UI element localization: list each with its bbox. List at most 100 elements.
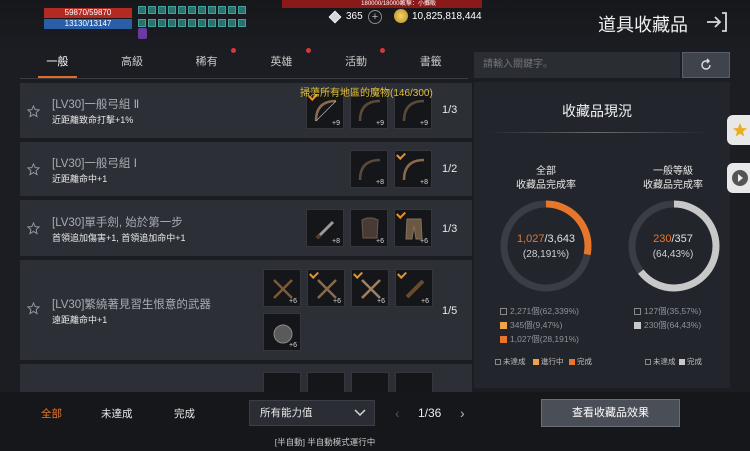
item-slot-bow[interactable]: +8	[394, 150, 432, 188]
item-slot-sword[interactable]: +8	[306, 209, 344, 247]
collection-progress: 1/5	[442, 305, 458, 317]
add-diamond-button[interactable]: +	[368, 10, 382, 24]
filter-complete[interactable]: 完成	[174, 406, 195, 421]
item-slot-bow[interactable]: +8	[350, 150, 388, 188]
bookmark-star-icon[interactable]	[27, 105, 40, 118]
tab-event[interactable]: 活動	[319, 48, 394, 78]
item-slot-pants[interactable]: +6	[394, 209, 432, 247]
view-collection-effect-button[interactable]: 查看收藏品效果	[541, 399, 680, 427]
done-count: 1,027	[516, 233, 545, 245]
legend-in-progress: 進行中	[533, 356, 564, 367]
target-name: 攻擊：小攤販	[400, 1, 437, 7]
collection-row[interactable]: [LV30]一般弓組 Ⅰ 近距離命中+1 +8 +8 1/2	[20, 142, 472, 196]
tab-hero[interactable]: 英雄	[244, 48, 319, 78]
potion-buff-icon	[138, 28, 147, 39]
next-page-button[interactable]: ›	[460, 405, 465, 421]
category-tabs: 一般 高級 稀有 英雄 活動 書籤	[20, 48, 468, 78]
enhance-level: +6	[376, 238, 384, 245]
all-rate-label: 全部 收藏品完成率	[496, 165, 596, 193]
page-indicator: 1/36	[418, 406, 442, 420]
collection-row[interactable]: [LV30]單手劍, 始於第一步 首領追加傷害+1, 首領追加命中+1 +8 +…	[20, 200, 472, 256]
tab-divider	[20, 78, 468, 79]
stat-value: 2,271個(62,339%)	[510, 306, 579, 316]
target-hp-bar: 180000/180000	[282, 0, 482, 8]
search-input[interactable]	[474, 52, 680, 78]
legend-label: 完成	[687, 357, 702, 366]
item-slot-armor[interactable]: +6	[350, 209, 388, 247]
label-line: 收藏品完成率	[516, 180, 576, 191]
legend-complete: 完成	[679, 356, 702, 367]
buff-icons	[138, 6, 246, 30]
filter-all[interactable]: 全部	[41, 406, 62, 421]
label-line: 一般等級	[653, 166, 693, 177]
prev-page-button[interactable]: ‹	[395, 405, 400, 421]
tab-label: 一般	[46, 56, 69, 68]
refresh-button[interactable]	[682, 52, 730, 78]
legend-incomplete: 未達成	[495, 356, 526, 367]
item-slot-crossbow[interactable]: +6	[351, 269, 389, 307]
normal-percent: (64,43%)	[652, 249, 694, 260]
enhance-level: +6	[289, 342, 297, 349]
stat-incomplete: 2,271個(62,339%)	[500, 305, 579, 317]
exit-icon[interactable]	[705, 11, 729, 33]
bookmark-star-icon[interactable]	[27, 222, 40, 235]
tab-normal[interactable]: 一般	[20, 48, 95, 78]
enhance-level: +8	[420, 179, 428, 186]
hp-bar: 59870/59870	[44, 8, 132, 18]
gold-coin-icon	[394, 9, 408, 23]
collection-effect: 首領追加傷害+1, 首領追加命中+1	[52, 233, 186, 243]
enhance-level: +6	[333, 298, 341, 305]
stat-value: 230個(64,43%)	[644, 320, 702, 330]
enhance-level: +9	[332, 120, 340, 127]
tab-advanced[interactable]: 高級	[95, 48, 170, 78]
collection-title: [LV30]單手劍, 始於第一步	[52, 217, 183, 229]
play-icon	[732, 170, 748, 186]
bookmark-star-icon[interactable]	[27, 302, 40, 315]
item-slot-orb[interactable]: +6	[263, 313, 301, 351]
star-icon	[733, 123, 747, 137]
total-count: /3,643	[544, 233, 576, 245]
normal-ratio: 230/357	[623, 233, 723, 245]
stat-complete: 230個(64,43%)	[634, 319, 701, 331]
legend-label: 進行中	[541, 357, 564, 366]
collection-progress: 1/3	[442, 104, 458, 116]
tab-label: 高級	[121, 56, 143, 68]
item-slot-crossbow[interactable]: +6	[263, 269, 301, 307]
stat-complete: 1,027個(28,191%)	[500, 333, 579, 345]
bookmark-star-icon[interactable]	[27, 163, 40, 176]
all-percent: (28,191%)	[522, 249, 570, 260]
stat-in-progress: 345個(9,47%)	[500, 319, 562, 331]
collection-row[interactable]: [LV30]繁繞著見習生恨意的武器 遠距離命中+1 +6 +6 +6 +6 +6…	[20, 260, 472, 360]
item-slot-crossbow[interactable]: +6	[307, 269, 345, 307]
panel-divider	[486, 132, 708, 133]
stat-filter-dropdown[interactable]: 所有能力值	[249, 400, 375, 426]
tab-bookmark[interactable]: 書籤	[393, 48, 468, 78]
total-count: /357	[671, 233, 693, 245]
collection-title: [LV30]一般弓組 Ⅱ	[52, 99, 140, 111]
chevron-down-icon	[354, 409, 366, 417]
item-slot-wand[interactable]: +6	[395, 269, 433, 307]
normal-rate-label: 一般等級 收藏品完成率	[623, 165, 723, 193]
stat-value: 345個(9,47%)	[510, 320, 563, 330]
filter-incomplete[interactable]: 未達成	[101, 406, 133, 421]
collection-row[interactable]	[20, 364, 472, 410]
all-ratio: 1,027/3,643	[496, 233, 596, 245]
diamond-count: 365	[346, 11, 363, 22]
quest-hint: 掃蕩所有地區的魔物(146/300)	[300, 88, 433, 99]
mp-bar: 13130/13147	[44, 19, 132, 29]
collection-title: [LV30]繁繞著見習生恨意的武器	[52, 299, 211, 311]
stat-incomplete: 127個(35,57%)	[634, 305, 701, 317]
collection-progress: 1/2	[442, 163, 458, 175]
enhance-level: +8	[376, 179, 384, 186]
panel-title: 收藏品現況	[562, 103, 632, 119]
notification-dot	[231, 48, 237, 53]
next-side-button[interactable]	[727, 163, 750, 193]
auto-mode-status: [半自動] 半自動模式運行中	[274, 437, 376, 447]
tab-rare[interactable]: 稀有	[169, 48, 244, 78]
stat-value: 1,027個(28,191%)	[510, 334, 579, 344]
notification-dot	[380, 48, 386, 53]
legend-complete: 完成	[569, 356, 592, 367]
enhance-level: +6	[377, 298, 385, 305]
favorites-side-button[interactable]	[727, 115, 750, 145]
normal-progress-ring	[628, 200, 720, 292]
